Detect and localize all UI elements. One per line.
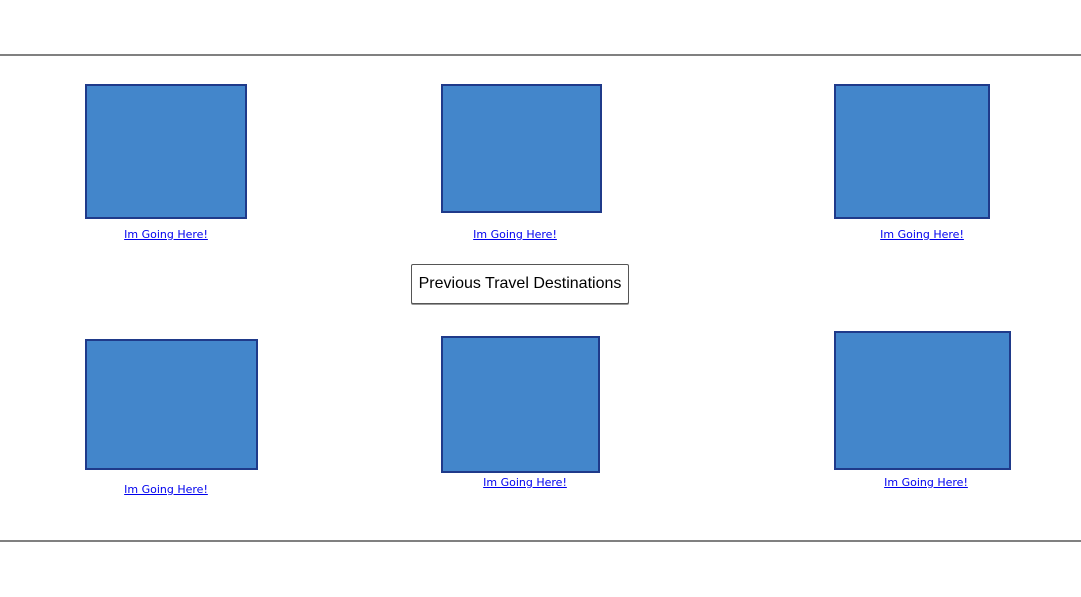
previous-travel-destinations-button[interactable]: Previous Travel Destinations [411, 264, 629, 304]
destination-link-6[interactable]: Im Going Here! [884, 476, 968, 489]
destination-image-5 [441, 336, 600, 473]
destination-image-2 [441, 84, 602, 213]
destination-link-4[interactable]: Im Going Here! [124, 483, 208, 496]
destination-link-1[interactable]: Im Going Here! [124, 228, 208, 241]
destination-link-5[interactable]: Im Going Here! [483, 476, 567, 489]
destination-image-3 [834, 84, 990, 219]
destination-image-4 [85, 339, 258, 470]
destination-link-3[interactable]: Im Going Here! [880, 228, 964, 241]
bottom-divider [0, 540, 1081, 542]
destination-link-2[interactable]: Im Going Here! [473, 228, 557, 241]
destination-image-1 [85, 84, 247, 219]
destination-image-6 [834, 331, 1011, 470]
top-divider [0, 54, 1081, 56]
